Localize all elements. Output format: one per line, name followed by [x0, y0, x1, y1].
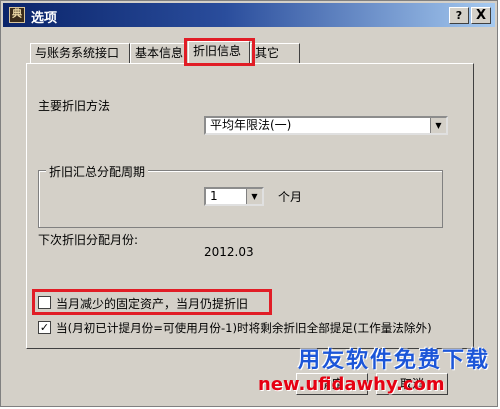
option2-checkbox[interactable]: ✓ [38, 321, 51, 334]
period-unit: 个月 [278, 190, 303, 204]
option1-highlight [32, 289, 272, 315]
period-group-label: 折旧汇总分配周期 [46, 163, 149, 180]
window-title: 选项 [31, 11, 58, 26]
tab-other[interactable]: 其它 [250, 43, 300, 63]
period-select[interactable]: 1 ▼ [204, 187, 264, 206]
method-select[interactable]: 平均年限法(一) ▼ [204, 116, 448, 135]
close-button[interactable]: X [471, 7, 491, 24]
chevron-down-icon[interactable]: ▼ [246, 189, 262, 204]
next-month-value: 2012.03 [204, 245, 254, 259]
active-tab-highlight [184, 38, 255, 66]
next-month-label: 下次折旧分配月份: [38, 233, 139, 247]
period-select-value: 1 [210, 189, 218, 203]
title-bar[interactable]: 典 选项 ? X [3, 3, 495, 27]
chevron-down-icon[interactable]: ▼ [430, 118, 446, 133]
method-select-value: 平均年限法(一) [210, 118, 292, 132]
watermark-title: 用友软件免费下载 [298, 348, 491, 373]
app-logo-icon: 典 [9, 7, 25, 23]
tab-accounting-interface[interactable]: 与账务系统接口 [30, 43, 130, 63]
tab-basic-info[interactable]: 基本信息 [130, 43, 185, 63]
help-button[interactable]: ? [449, 7, 469, 24]
method-label: 主要折旧方法 [38, 99, 111, 113]
option2-label: 当(月初已计提月份=可使用月份-1)时将剩余折旧全部提足(工作量法除外) [56, 321, 432, 335]
watermark-url: new.ufidawhy.com [258, 374, 445, 395]
